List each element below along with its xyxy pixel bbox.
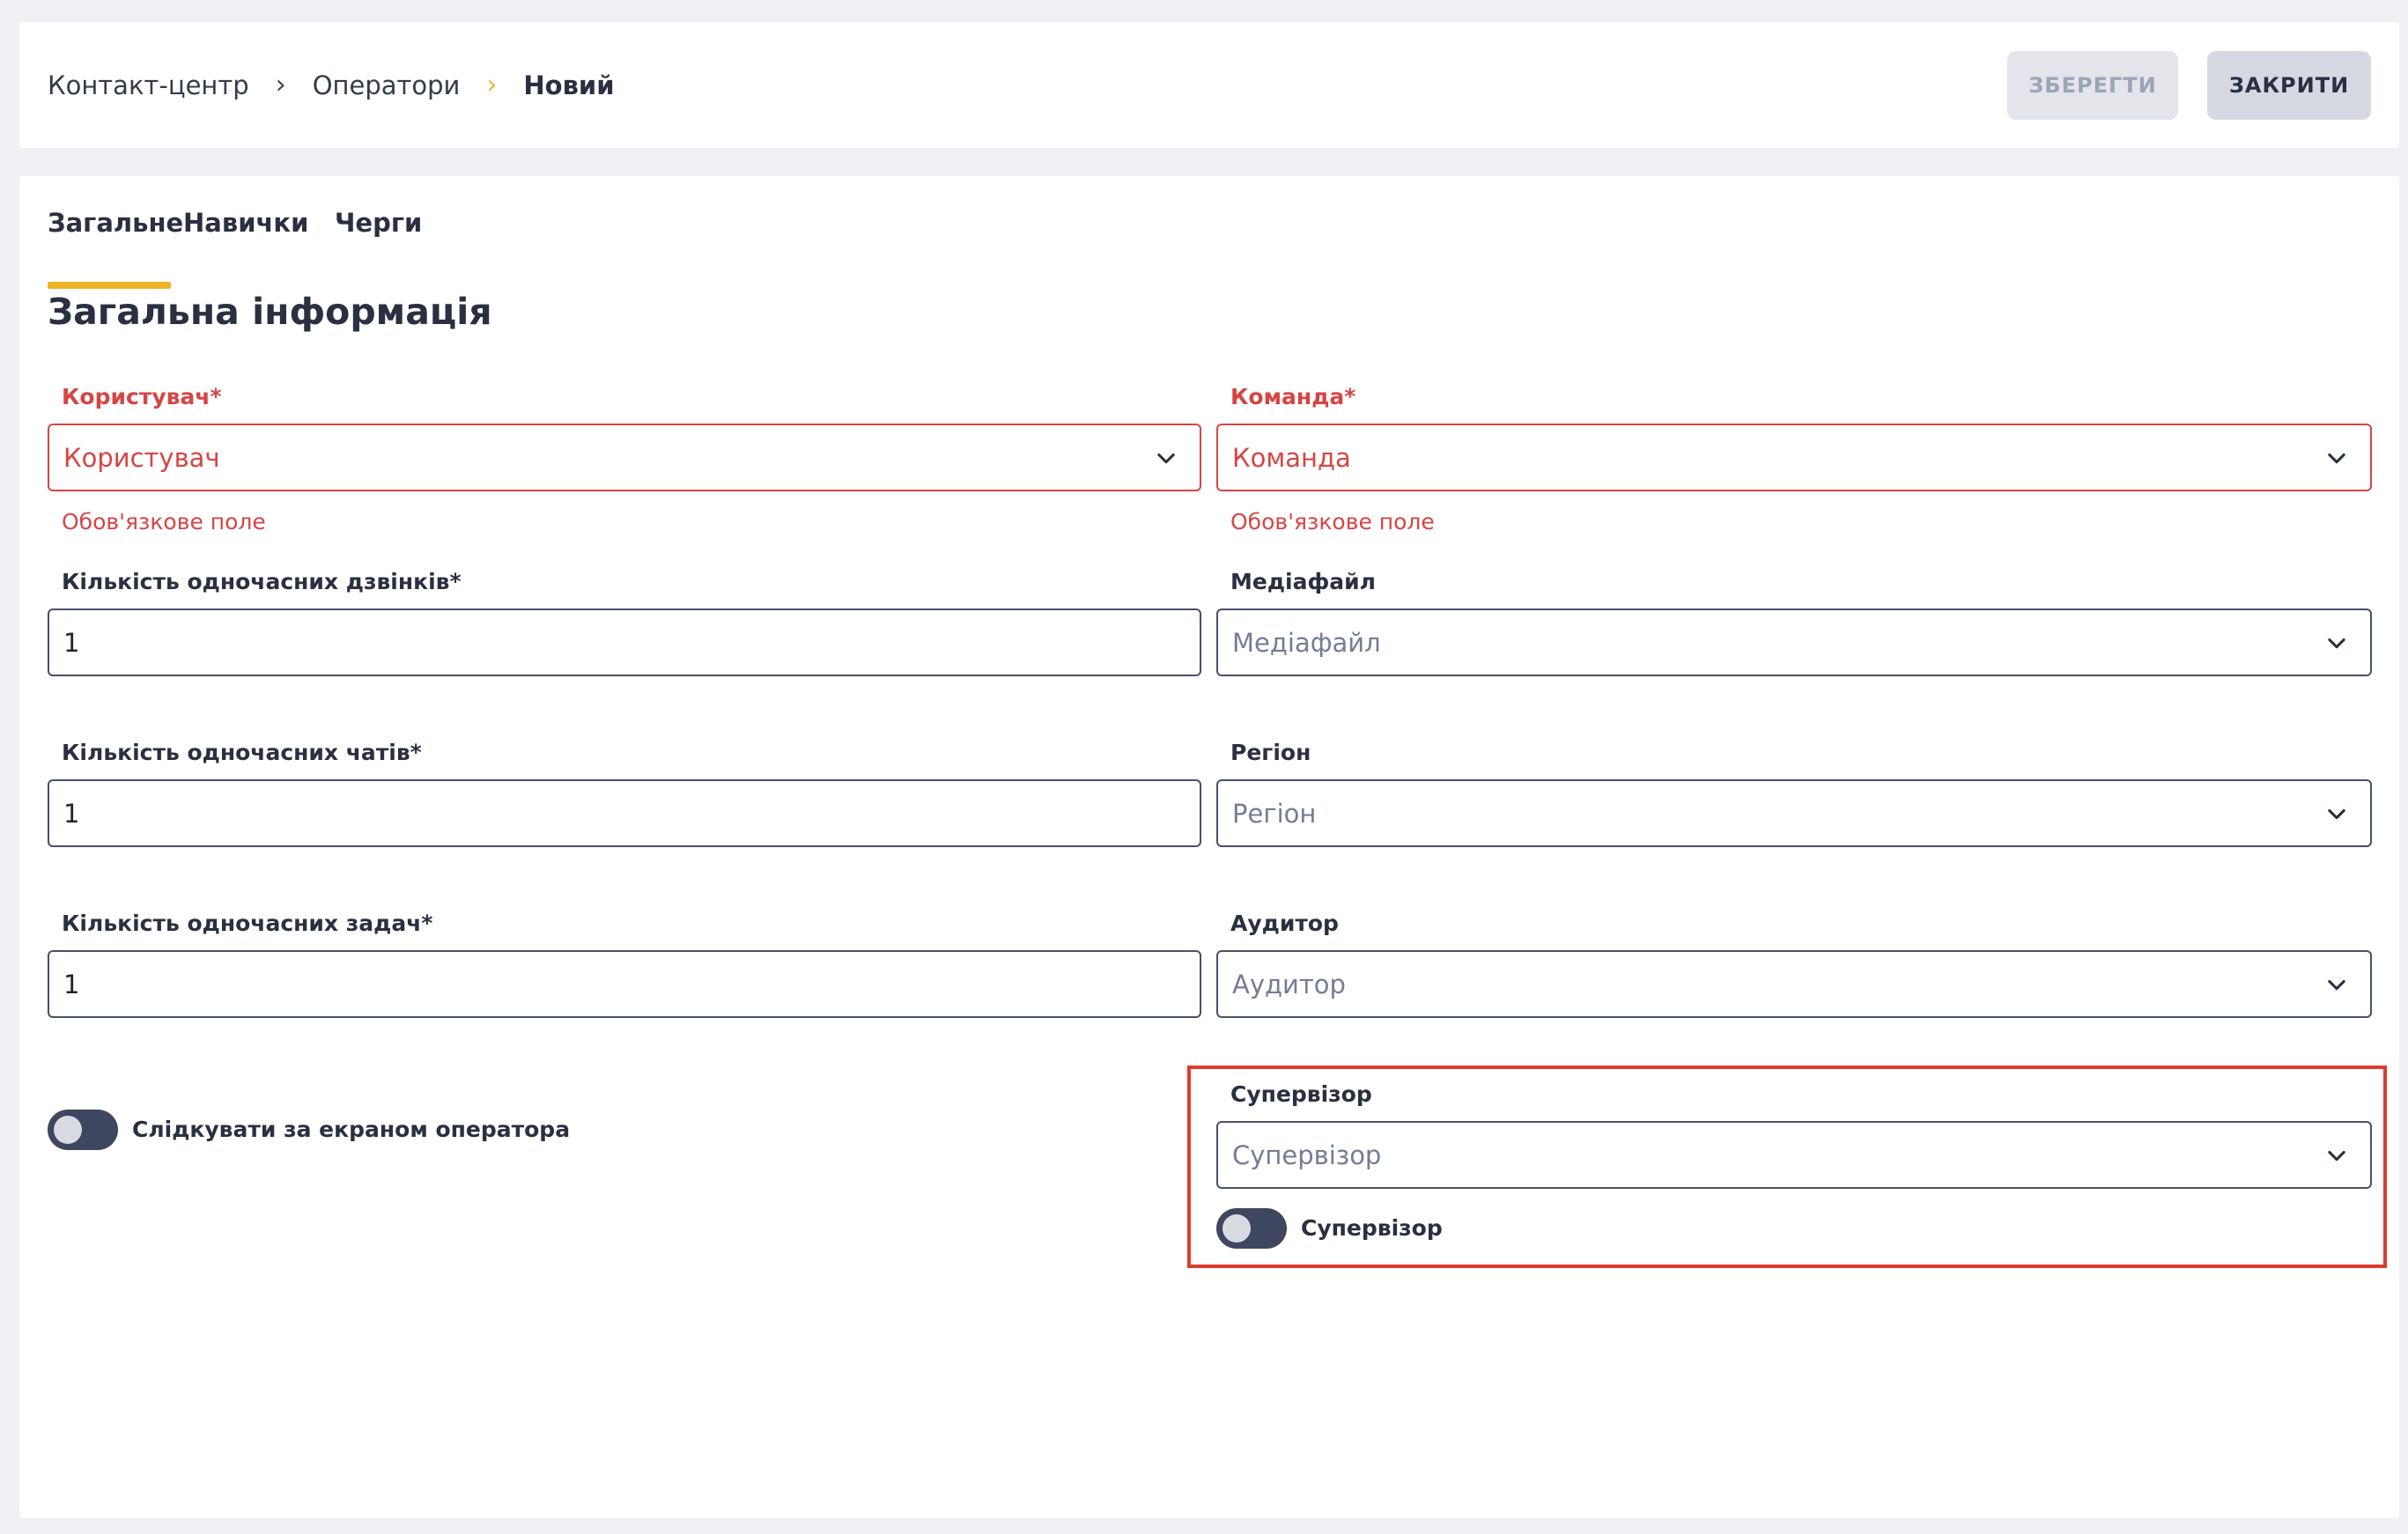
chevron-down-icon xyxy=(2328,979,2345,990)
chevron-down-icon xyxy=(2328,638,2345,648)
region-label: Регіон xyxy=(1230,740,1311,765)
calls-input-value: 1 xyxy=(63,627,80,658)
region-select[interactable]: Регіон xyxy=(1216,779,2372,847)
team-select[interactable]: Команда xyxy=(1216,424,2372,491)
close-button[interactable]: ЗАКРИТИ xyxy=(2207,51,2371,120)
auditor-select-placeholder: Аудитор xyxy=(1232,969,1346,999)
auditor-label: Аудитор xyxy=(1230,911,1339,936)
screen-monitor-label: Слідкувати за екраном оператора xyxy=(132,1117,571,1142)
chats-input[interactable]: 1 xyxy=(48,779,1201,847)
chevron-right-icon: › xyxy=(486,70,498,100)
media-select[interactable]: Медіафайл xyxy=(1216,608,2372,676)
breadcrumb: Контакт-центр › Оператори › Новий xyxy=(48,22,615,148)
header-bar: Контакт-центр › Оператори › Новий ЗБЕРЕГ… xyxy=(19,22,2399,148)
screen-monitor-toggle[interactable] xyxy=(48,1110,118,1150)
toggle-knob xyxy=(54,1116,82,1144)
tab-queues[interactable]: Черги xyxy=(335,208,422,238)
breadcrumb-contact-center[interactable]: Контакт-центр xyxy=(48,70,249,100)
team-select-placeholder: Команда xyxy=(1232,442,1351,473)
chats-label: Кількість одночасних чатів* xyxy=(62,740,422,765)
chevron-down-icon xyxy=(1157,453,1175,463)
chats-input-value: 1 xyxy=(63,798,80,829)
team-error-message: Обов'язкове поле xyxy=(1230,509,1435,535)
team-label: Команда* xyxy=(1230,384,1356,409)
user-error-message: Обов'язкове поле xyxy=(62,509,266,535)
section-title: Загальна інформація xyxy=(48,291,492,333)
tasks-label: Кількість одночасних задач* xyxy=(62,911,433,936)
tasks-input[interactable]: 1 xyxy=(48,950,1201,1018)
chevron-down-icon xyxy=(2328,808,2345,819)
media-select-placeholder: Медіафайл xyxy=(1232,627,1381,658)
media-label: Медіафайл xyxy=(1230,569,1376,594)
user-select[interactable]: Користувач xyxy=(48,424,1201,491)
save-button[interactable]: ЗБЕРЕГТИ xyxy=(2007,51,2178,120)
tab-skills[interactable]: Навички xyxy=(183,208,308,238)
region-select-placeholder: Регіон xyxy=(1232,798,1317,829)
highlight-box xyxy=(1187,1066,2387,1268)
breadcrumb-operators[interactable]: Оператори xyxy=(313,70,461,100)
calls-input[interactable]: 1 xyxy=(48,608,1201,676)
chevron-right-icon: › xyxy=(275,70,286,100)
operator-form-panel: Загальне Навички Черги Загальна інформац… xyxy=(19,176,2399,1518)
calls-label: Кількість одночасних дзвінків* xyxy=(62,569,462,594)
auditor-select[interactable]: Аудитор xyxy=(1216,950,2372,1018)
user-select-placeholder: Користувач xyxy=(63,442,220,473)
chevron-down-icon xyxy=(2328,453,2345,463)
active-tab-indicator xyxy=(48,282,171,289)
tasks-input-value: 1 xyxy=(63,969,80,999)
tab-general[interactable]: Загальне xyxy=(48,208,183,238)
user-label: Користувач* xyxy=(62,384,222,409)
breadcrumb-current: Новий xyxy=(523,70,615,100)
